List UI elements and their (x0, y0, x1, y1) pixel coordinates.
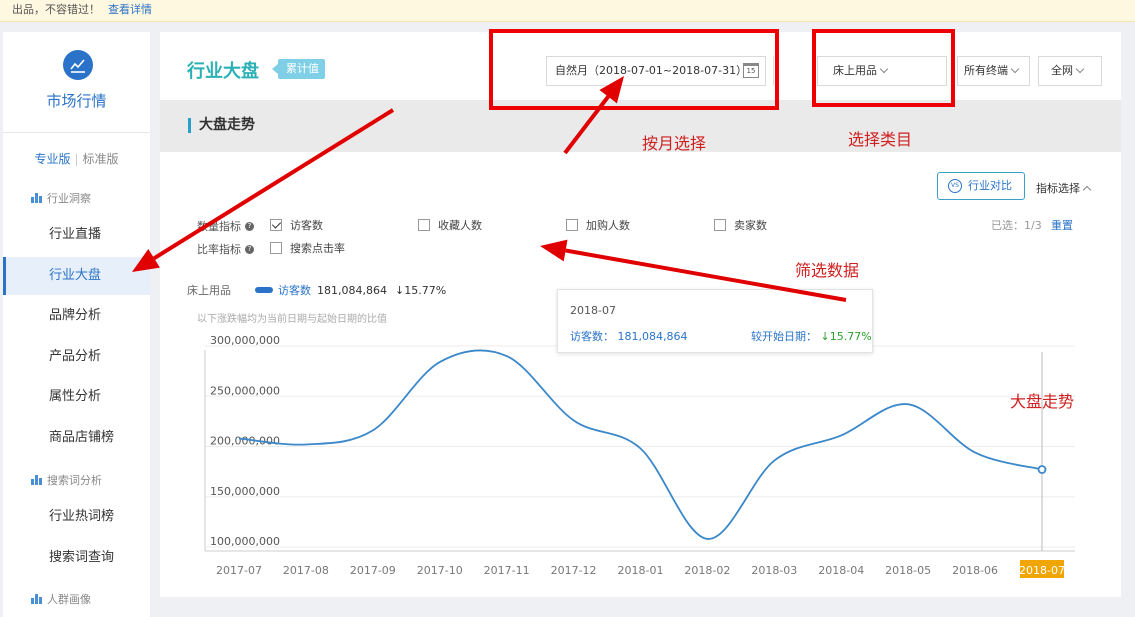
series-point-highlight (1037, 465, 1047, 474)
tooltip-date: 2018-07 (570, 304, 616, 317)
x-tick-label: 2018-02 (684, 564, 730, 577)
y-tick-label: 200,000,000 (210, 435, 280, 448)
chart-tooltip: 2018-07 访客数： 181,084,864 较开始日期： ↓15.77% (557, 289, 873, 353)
annotation-month-select: 按月选择 (642, 134, 707, 153)
x-tick-label: 2017-11 (484, 564, 530, 577)
annotation-category-select: 选择类目 (848, 130, 913, 149)
tooltip-change-value: ↓15.77% (820, 330, 872, 343)
x-tick-label: 2017-08 (283, 564, 329, 577)
tooltip-label: 访客数： (570, 330, 614, 343)
tooltip-metric: 访客数： 181,084,864 (570, 328, 687, 344)
x-tick-label: 2017-10 (417, 564, 463, 577)
x-tick-label: 2017-07 (216, 564, 262, 577)
y-tick-label: 250,000,000 (210, 384, 280, 397)
annotation-box-category (812, 29, 955, 107)
tooltip-change: 较开始日期： ↓15.77% (751, 328, 872, 344)
x-tick-label: 2018-05 (885, 564, 931, 577)
annotation-trend: 大盘走势 (1010, 392, 1075, 411)
annotation-filter-data: 筛选数据 (795, 261, 860, 280)
annotation-box-date (489, 29, 779, 110)
tooltip-value: 181,084,864 (617, 330, 688, 343)
x-tick-label: 2018-03 (751, 564, 797, 577)
y-tick-label: 100,000,000 (210, 535, 280, 548)
x-tick-label: 2018-06 (952, 564, 998, 577)
x-tick-label: 2017-12 (551, 564, 597, 577)
y-tick-label: 150,000,000 (210, 485, 280, 498)
y-tick-label: 300,000,000 (210, 334, 280, 347)
x-tick-label: 2017-09 (350, 564, 396, 577)
x-tick-label: 2018-07 (1019, 564, 1065, 577)
tooltip-change-label: 较开始日期： (751, 330, 817, 343)
x-tick-label: 2018-04 (818, 564, 864, 577)
x-tick-label: 2018-01 (618, 564, 664, 577)
series-line-visitors (238, 349, 1043, 540)
